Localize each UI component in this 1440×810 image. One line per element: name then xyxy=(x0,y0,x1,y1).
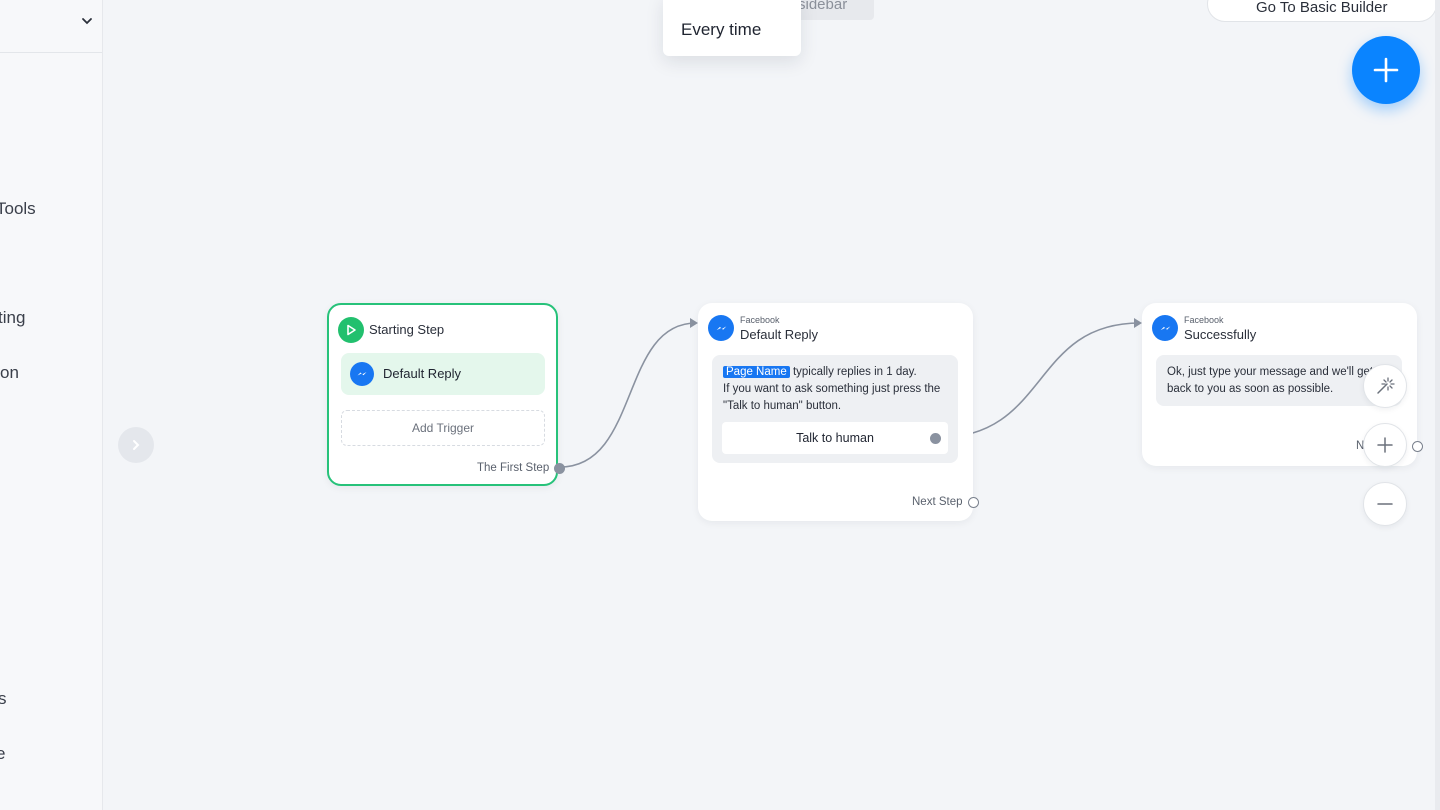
messenger-icon xyxy=(1152,315,1178,341)
page-name-tag: Page Name xyxy=(723,366,790,378)
trigger-default-reply[interactable]: Default Reply xyxy=(341,353,545,395)
success-next-port[interactable] xyxy=(1412,441,1423,452)
talk-to-human-label: Talk to human xyxy=(796,431,874,445)
platform-label: Facebook xyxy=(1184,315,1224,325)
message-line-2: If you want to ask something just press … xyxy=(723,383,941,395)
next-step-label: Next Step xyxy=(912,496,963,508)
canvas-scrollbar[interactable] xyxy=(1435,0,1440,810)
magic-wand-button[interactable] xyxy=(1363,364,1407,408)
play-icon xyxy=(338,317,364,343)
starting-step-title: Starting Step xyxy=(369,322,445,337)
next-step-port[interactable] xyxy=(968,497,979,508)
zoom-out-button[interactable] xyxy=(1363,482,1407,526)
successfully-title: Successfully xyxy=(1184,327,1257,342)
default-reply-title: Default Reply xyxy=(740,327,819,342)
add-trigger-button[interactable]: Add Trigger xyxy=(341,410,545,446)
message-line-1: Ok, just type your message and we'll get xyxy=(1167,366,1374,378)
zoom-in-button[interactable] xyxy=(1363,423,1407,467)
plus-icon xyxy=(1377,437,1393,453)
arrow-head xyxy=(690,318,698,328)
message-line-1: Page Name typically replies in 1 day. xyxy=(723,364,917,382)
message-line-3: "Talk to human" button. xyxy=(723,400,842,412)
talk-to-human-button[interactable]: Talk to human xyxy=(722,422,948,454)
connection-start-to-default xyxy=(559,322,697,468)
button-output-port[interactable] xyxy=(930,433,941,444)
platform-label: Facebook xyxy=(740,315,780,325)
default-reply-card[interactable]: Facebook Default Reply Page Name typical… xyxy=(698,303,979,521)
message-line-2: back to you as soon as possible. xyxy=(1167,383,1334,395)
first-step-label: The First Step xyxy=(477,462,550,474)
message-line-1-rest: typically replies in 1 day. xyxy=(792,366,917,378)
trigger-label: Default Reply xyxy=(383,366,462,381)
starting-step-card[interactable]: Starting Step Default Reply Add Trigger … xyxy=(327,303,565,486)
message-bubble[interactable]: Page Name typically replies in 1 day. If… xyxy=(712,355,958,463)
messenger-icon xyxy=(350,362,374,386)
minus-icon xyxy=(1377,503,1393,505)
messenger-icon xyxy=(708,315,734,341)
arrow-head xyxy=(1134,318,1142,328)
magic-wand-icon xyxy=(1377,377,1395,394)
start-output-port[interactable] xyxy=(554,463,565,474)
